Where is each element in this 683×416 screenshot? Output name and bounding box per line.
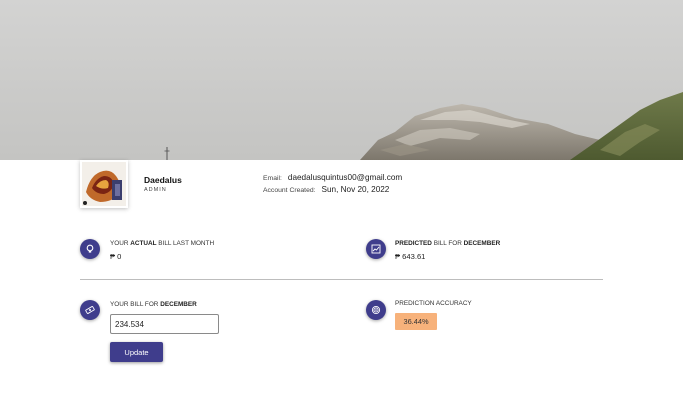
- accuracy-label: PREDICTION ACCURACY: [395, 300, 472, 307]
- predicted-bill-value: ₱ 643.61: [395, 252, 426, 261]
- actual-bill-label: YOUR ACTUAL BILL LAST MONTH: [110, 240, 215, 247]
- target-icon: [371, 305, 381, 315]
- accuracy-icon-badge: [366, 300, 386, 320]
- actual-bill-value: ₱ 0: [110, 252, 122, 261]
- money-icon: [85, 306, 95, 314]
- hero-banner: [0, 0, 683, 160]
- avatar-artwork-image: [82, 162, 126, 206]
- user-name: Daedalus: [144, 175, 182, 185]
- bill-input-label: YOUR BILL FOR DECEMBER: [110, 301, 197, 308]
- account-created-row: Account Created: Sun, Nov 20, 2022: [263, 185, 389, 194]
- user-role: ADMIN: [144, 187, 167, 193]
- account-created-value: Sun, Nov 20, 2022: [321, 185, 390, 194]
- predicted-bill-icon-badge: [366, 239, 386, 259]
- chart-icon: [371, 244, 381, 254]
- account-created-label: Account Created:: [263, 187, 316, 194]
- email-row: Email: daedalusquintus00@gmail.com: [263, 173, 402, 182]
- section-divider: [80, 279, 603, 280]
- email-value: daedalusquintus00@gmail.com: [287, 173, 403, 182]
- email-label: Email:: [263, 175, 282, 182]
- bill-amount-input[interactable]: [110, 314, 219, 334]
- bill-input-icon-badge: [80, 300, 100, 320]
- predicted-bill-label: PREDICTED BILL FOR DECEMBER: [395, 240, 501, 247]
- avatar: [80, 160, 128, 208]
- accuracy-badge: 36.44%: [395, 313, 437, 330]
- actual-bill-icon-badge: [80, 239, 100, 259]
- mountain-landscape-image: [0, 0, 683, 160]
- update-button[interactable]: Update: [110, 342, 163, 362]
- lightbulb-icon: [86, 244, 94, 253]
